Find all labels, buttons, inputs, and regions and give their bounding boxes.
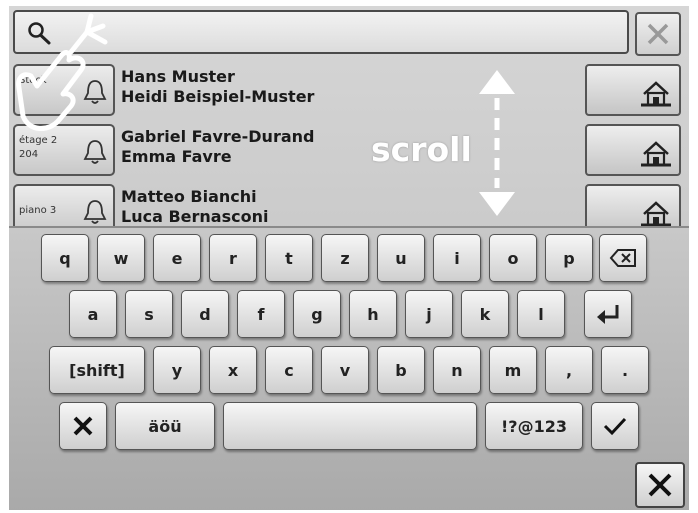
scroll-arrow-icon [479, 70, 515, 216]
key[interactable]: l [517, 290, 565, 338]
clear-search-button[interactable] [635, 12, 681, 56]
contact-name: Gabriel Favre-Durand [121, 127, 315, 146]
enter-icon [597, 305, 619, 324]
key[interactable]: k [461, 290, 509, 338]
home-button[interactable] [585, 124, 681, 176]
key[interactable]: n [433, 346, 481, 394]
contact-name: Luca Bernasconi [121, 207, 269, 226]
backspace-key[interactable] [599, 234, 647, 282]
contact-name: Hans Muster [121, 67, 235, 86]
key[interactable]: c [265, 346, 313, 394]
on-screen-keyboard: qwertzuiop asdfghjkl [shift] yxcvbnm,. ä… [9, 226, 689, 510]
key[interactable]: q [41, 234, 89, 282]
key[interactable]: p [545, 234, 593, 282]
shift-key[interactable]: [shift] [49, 346, 145, 394]
key[interactable]: y [153, 346, 201, 394]
home-icon [641, 141, 671, 167]
key[interactable]: j [405, 290, 453, 338]
cancel-key[interactable] [59, 402, 107, 450]
bell-icon [83, 200, 107, 224]
contact-name: Matteo Bianchi [121, 187, 257, 206]
location-label: étage 2 204 [19, 135, 58, 160]
space-key[interactable] [223, 402, 477, 450]
key[interactable]: b [377, 346, 425, 394]
key[interactable]: o [489, 234, 537, 282]
cancel-icon [73, 416, 93, 436]
key[interactable]: u [377, 234, 425, 282]
home-icon [641, 81, 671, 107]
key[interactable]: a [69, 290, 117, 338]
key[interactable]: , [545, 346, 593, 394]
umlaut-key[interactable]: äöü [115, 402, 215, 450]
key[interactable]: . [601, 346, 649, 394]
hand-touch-icon [16, 13, 108, 131]
key[interactable]: d [181, 290, 229, 338]
key[interactable]: t [265, 234, 313, 282]
key[interactable]: h [349, 290, 397, 338]
backspace-icon [609, 249, 636, 267]
close-icon [648, 473, 672, 497]
confirm-key[interactable] [591, 402, 639, 450]
key[interactable]: r [209, 234, 257, 282]
key[interactable]: f [237, 290, 285, 338]
contact-name: Heidi Beispiel-Muster [121, 87, 315, 106]
intercom-screen: Stock Hans Muster Heidi Beispiel-Muster … [9, 6, 689, 510]
clear-icon [647, 23, 669, 45]
key[interactable]: s [125, 290, 173, 338]
scroll-hint-label: scroll [371, 130, 472, 169]
key[interactable]: v [321, 346, 369, 394]
enter-key[interactable] [584, 290, 632, 338]
key[interactable]: w [97, 234, 145, 282]
confirm-icon [603, 417, 627, 436]
close-button[interactable] [635, 462, 685, 508]
key[interactable]: z [321, 234, 369, 282]
location-label: piano 3 [19, 205, 57, 216]
key[interactable]: m [489, 346, 537, 394]
contact-name: Emma Favre [121, 147, 232, 166]
key[interactable]: x [209, 346, 257, 394]
home-button[interactable] [585, 64, 681, 116]
key[interactable]: g [293, 290, 341, 338]
symbols-key[interactable]: !?@123 [485, 402, 583, 450]
bell-icon [83, 140, 107, 164]
home-icon [641, 201, 671, 227]
key[interactable]: e [153, 234, 201, 282]
key[interactable]: i [433, 234, 481, 282]
